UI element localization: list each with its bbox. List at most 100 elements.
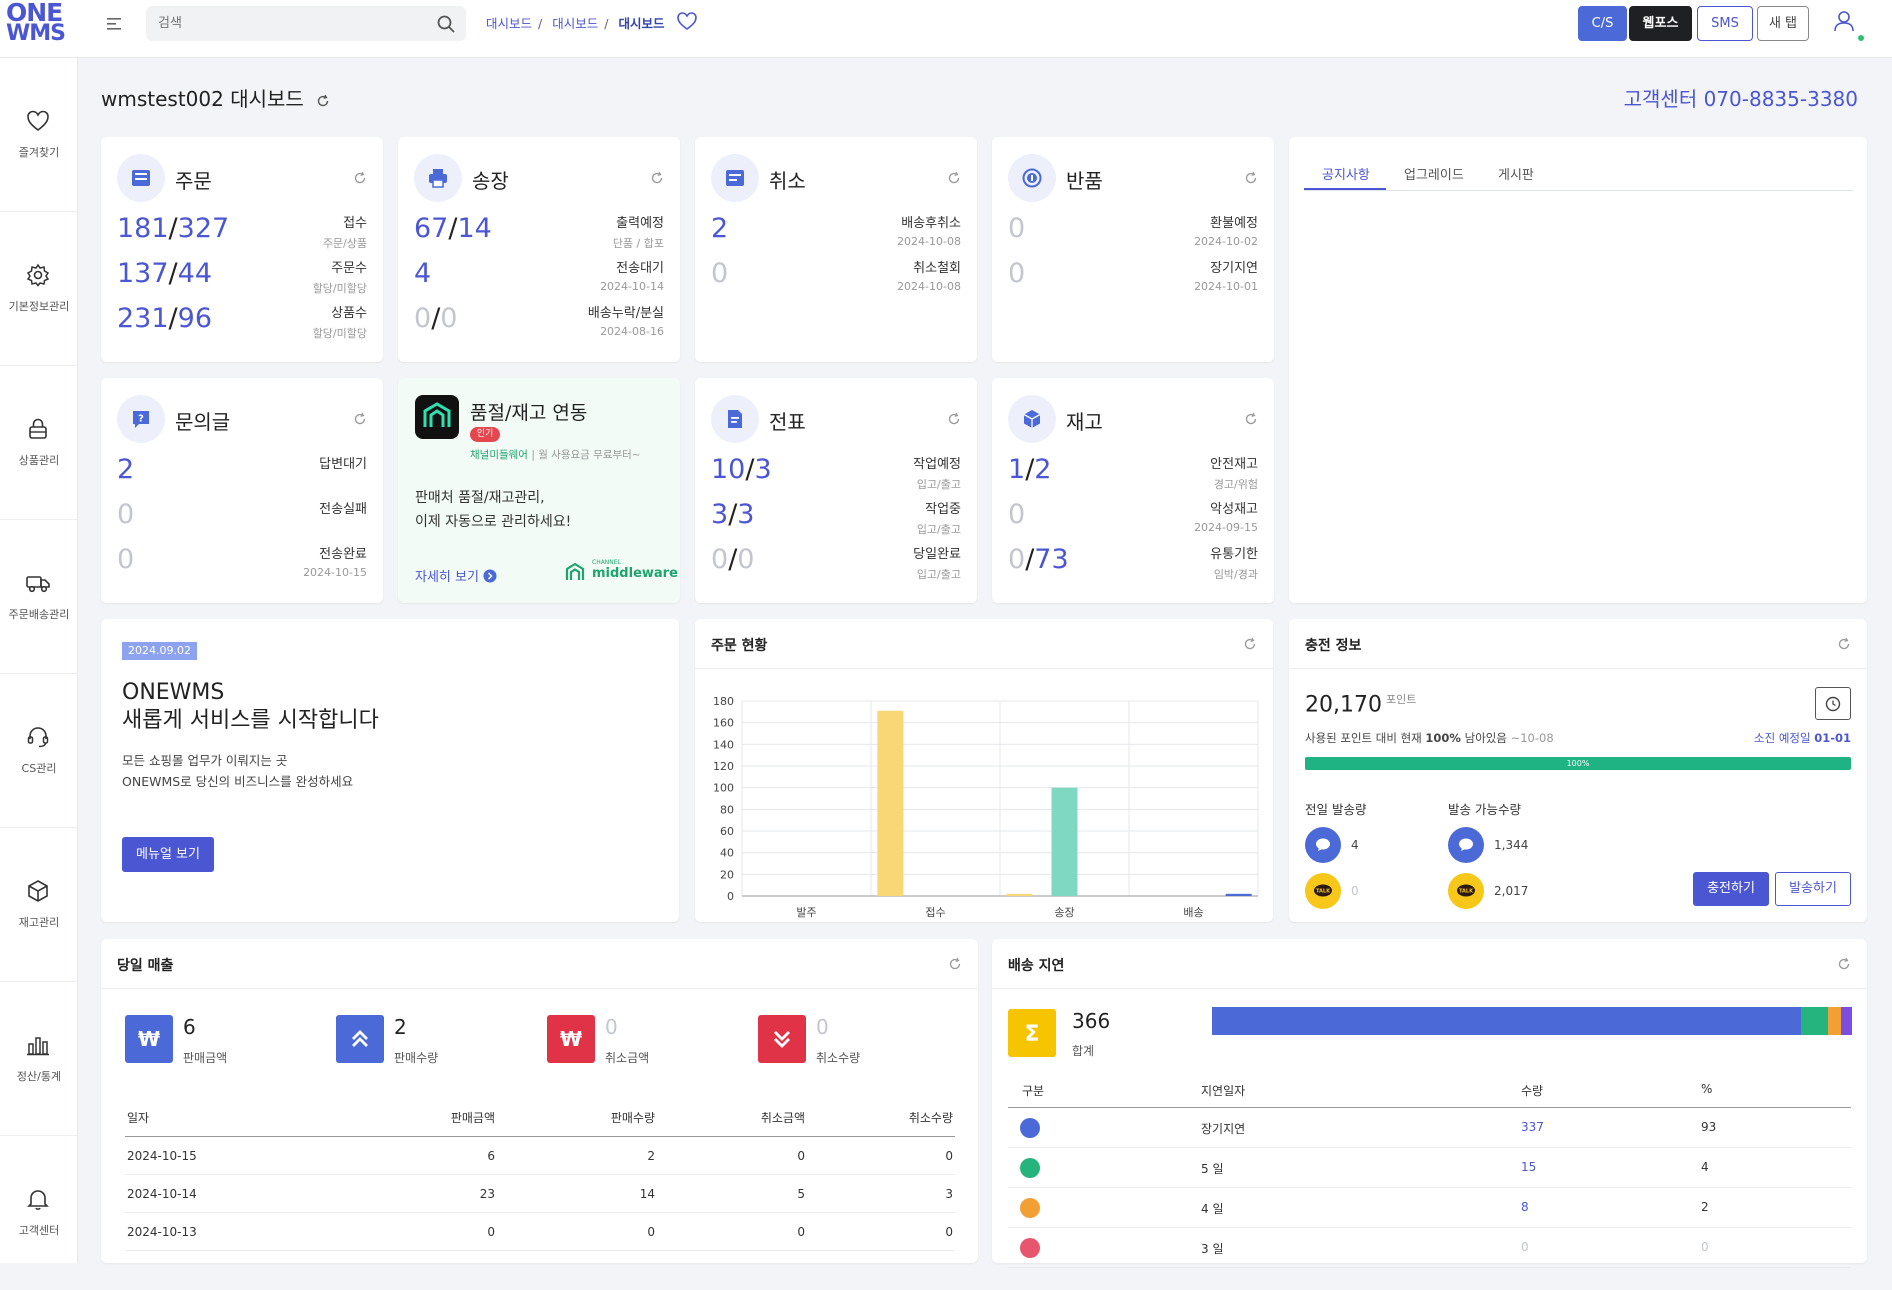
- delay-quantity-link[interactable]: 337: [1521, 1120, 1544, 1134]
- refresh-icon[interactable]: [948, 957, 962, 971]
- daily-sales-title: 당일 매출: [117, 958, 174, 974]
- invoice-icon-circle: [414, 154, 462, 202]
- work-scheduled-value[interactable]: 10/3: [711, 454, 772, 485]
- send-waiting-sub: 2024-10-14: [600, 280, 664, 293]
- history-clock-icon: [1825, 696, 1841, 712]
- refresh-icon[interactable]: [353, 171, 367, 185]
- work-scheduled-label: 작업예정: [913, 457, 961, 472]
- refresh-icon[interactable]: [316, 94, 330, 108]
- delay-quantity-link[interactable]: 0: [1521, 1240, 1529, 1254]
- delay-percent: 0: [1701, 1240, 1709, 1254]
- tab-board[interactable]: 게시판: [1498, 164, 1534, 183]
- favorite-heart-icon[interactable]: [676, 11, 698, 31]
- breadcrumb-item[interactable]: 대시보드: [486, 16, 532, 31]
- today-complete-label: 당일완료: [913, 547, 961, 562]
- delivery-delay-table: 구분 지연일자 수량 % 장기지연 337 93 5 일 15 4 4 일 8 2 3 일 0 0: [1008, 1072, 1851, 1268]
- tab-upgrade[interactable]: 업그레이드: [1404, 164, 1464, 183]
- y-tick-label: 60: [720, 825, 734, 838]
- chart-bar: [1051, 787, 1078, 896]
- promo-detail-link[interactable]: 자세히 보기: [415, 566, 497, 585]
- expiry-value[interactable]: 0/73: [1008, 544, 1069, 575]
- send-waiting-value[interactable]: 4: [414, 258, 431, 289]
- long-delay-value[interactable]: 0: [1008, 258, 1025, 289]
- send-button[interactable]: 발송하기: [1775, 872, 1851, 906]
- search-icon[interactable]: [436, 14, 456, 34]
- cs-button[interactable]: C/S: [1578, 6, 1627, 41]
- product-count-value[interactable]: 231/96: [117, 303, 212, 334]
- bar-chart-icon: [27, 1037, 49, 1056]
- answer-waiting-label: 답변대기: [319, 457, 367, 472]
- table-row: 장기지연 337 93: [1008, 1108, 1851, 1148]
- sidebar-item-customer-center[interactable]: 고객센터: [0, 1136, 78, 1290]
- manual-view-button[interactable]: 메뉴얼 보기: [122, 837, 214, 872]
- new-tab-button[interactable]: 새 탭: [1757, 6, 1809, 41]
- delay-percent: 4: [1701, 1160, 1709, 1174]
- svg-text:?: ?: [138, 414, 144, 425]
- delay-bar-segment: [1801, 1007, 1828, 1035]
- sidebar-item-basic-info[interactable]: 기본정보관리: [0, 212, 78, 366]
- avail-send-label: 발송 가능수량: [1448, 802, 1521, 817]
- cancel-withdraw-value[interactable]: 0: [711, 258, 728, 289]
- cancel-after-delivery-value[interactable]: 2: [711, 213, 728, 244]
- order-count-value[interactable]: 137/44: [117, 258, 212, 289]
- sidebar-item-favorites[interactable]: 즐겨찾기: [0, 58, 78, 212]
- cancel-withdraw-sub: 2024-10-08: [897, 280, 961, 293]
- onewms-logo[interactable]: ONE WMS: [6, 0, 66, 48]
- history-button[interactable]: [1815, 687, 1851, 720]
- table-row: 2024-10-15 6 2 0 0: [125, 1137, 955, 1175]
- refresh-icon[interactable]: [1244, 171, 1258, 185]
- safety-stock-value[interactable]: 1/2: [1008, 454, 1051, 485]
- delivery-missing-value[interactable]: 0/0: [414, 303, 457, 334]
- webpos-button[interactable]: 웹포스: [1629, 6, 1692, 41]
- table-row: 4 일 8 2: [1008, 1188, 1851, 1228]
- sidebar-item-statistics[interactable]: 정산/통계: [0, 982, 78, 1136]
- long-delay-label: 장기지연: [1210, 261, 1258, 276]
- print-scheduled-label: 출력예정: [616, 216, 664, 231]
- delay-quantity-link[interactable]: 15: [1521, 1160, 1536, 1174]
- refund-scheduled-value[interactable]: 0: [1008, 213, 1025, 244]
- user-profile-icon[interactable]: [1831, 8, 1857, 34]
- refresh-icon[interactable]: [947, 412, 961, 426]
- charge-button[interactable]: 충전하기: [1693, 872, 1769, 906]
- cancel-doc-icon: [726, 170, 744, 186]
- breadcrumb-item[interactable]: 대시보드: [552, 16, 598, 31]
- promo-title: 품절/재고 연동: [470, 402, 588, 424]
- refresh-icon[interactable]: [353, 412, 367, 426]
- refresh-icon[interactable]: [1837, 637, 1851, 651]
- search-input[interactable]: [158, 6, 428, 41]
- delay-quantity-link[interactable]: 8: [1521, 1200, 1529, 1214]
- middleware-promo-card: 품절/재고 연동 인기 채널미들웨어 | 월 사용요금 무료부터~ 판매처 품절…: [398, 378, 680, 603]
- cancel-after-delivery-sub: 2024-10-08: [897, 235, 961, 248]
- refresh-icon[interactable]: [1244, 412, 1258, 426]
- send-fail-value[interactable]: 0: [117, 499, 134, 530]
- sidebar-item-order-delivery[interactable]: 주문배송관리: [0, 520, 78, 674]
- y-tick-label: 160: [713, 717, 734, 730]
- x-tick-label: 발주: [796, 906, 816, 919]
- order-received-value[interactable]: 181/327: [117, 213, 229, 244]
- print-scheduled-value[interactable]: 67/14: [414, 213, 492, 244]
- points-remaining-desc: 사용된 포인트 대비 현재 100% 남아있음 ~10-08: [1305, 731, 1554, 745]
- cs-center-phone[interactable]: 고객센터 070-8835-3380: [1624, 83, 1858, 112]
- today-complete-value[interactable]: 0/0: [711, 544, 754, 575]
- service-banner: 2024.09.02 ONEWMS 새롭게 서비스를 시작합니다 모든 쇼핑몰 업…: [101, 619, 679, 922]
- page-title: wmstest002 대시보드: [101, 83, 330, 112]
- safety-stock-label: 안전재고: [1210, 457, 1258, 472]
- send-complete-value[interactable]: 0: [117, 544, 134, 575]
- refresh-icon[interactable]: [1243, 637, 1257, 651]
- sms-button[interactable]: SMS: [1697, 6, 1753, 41]
- charge-info-card: 충전 정보 20,170 포인트 사용된 포인트 대비 현재 100% 남아있음 …: [1289, 619, 1867, 922]
- sidebar-item-cs[interactable]: CS관리: [0, 674, 78, 828]
- hamburger-menu-icon[interactable]: [103, 15, 125, 35]
- refresh-icon[interactable]: [1837, 957, 1851, 971]
- sidebar-item-products[interactable]: 상품관리: [0, 366, 78, 520]
- work-in-progress-value[interactable]: 3/3: [711, 499, 754, 530]
- refresh-icon[interactable]: [947, 171, 961, 185]
- answer-waiting-value[interactable]: 2: [117, 454, 134, 485]
- sales-amount-icon: ₩: [125, 1015, 173, 1063]
- bad-stock-value[interactable]: 0: [1008, 499, 1025, 530]
- question-chat-icon: ?: [133, 411, 149, 428]
- stock-card-title: 재고: [1066, 410, 1103, 434]
- sidebar-item-inventory[interactable]: 재고관리: [0, 828, 78, 982]
- tab-notice[interactable]: 공지사항: [1322, 164, 1370, 183]
- refresh-icon[interactable]: [650, 171, 664, 185]
